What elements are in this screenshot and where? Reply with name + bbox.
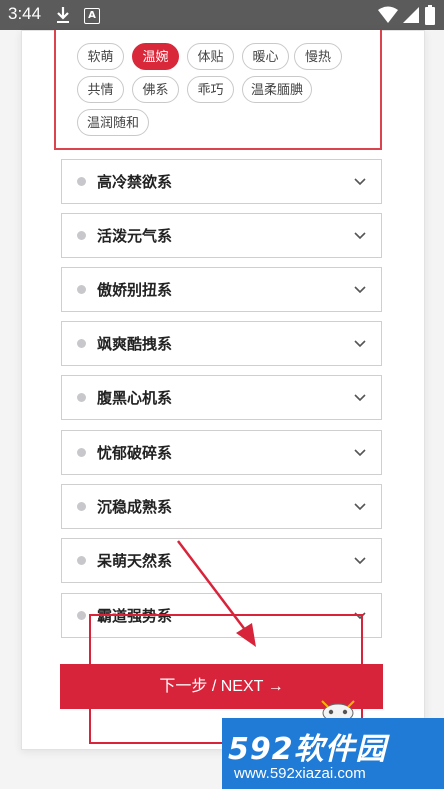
status-time: 3:44 bbox=[8, 4, 42, 23]
watermark-brand: 592软件园 bbox=[228, 732, 387, 767]
category-row[interactable]: 高冷禁欲系 bbox=[61, 159, 382, 204]
tag-chip[interactable]: 佛系 bbox=[132, 76, 179, 103]
chevron-down-icon bbox=[354, 449, 366, 457]
bullet-dot bbox=[77, 231, 86, 240]
bullet-dot bbox=[77, 448, 86, 457]
expanded-tag-group: 软萌 温婉 体贴 暖心 慢热 共情 佛系 乖巧 温柔腼腆 温润随和 bbox=[54, 30, 382, 150]
watermark-url: www.592xiazai.com bbox=[234, 765, 366, 782]
category-label: 活泼元气系 bbox=[97, 227, 173, 245]
category-row[interactable]: 忧郁破碎系 bbox=[61, 430, 382, 475]
chevron-down-icon bbox=[354, 232, 366, 240]
tag-chip[interactable]: 暖心 bbox=[242, 43, 289, 70]
category-row[interactable]: 腹黑心机系 bbox=[61, 375, 382, 420]
chevron-down-icon bbox=[354, 612, 366, 620]
battery-icon bbox=[425, 5, 435, 25]
download-icon bbox=[57, 7, 69, 23]
category-label: 沉稳成熟系 bbox=[97, 498, 173, 516]
a-badge-icon: A bbox=[84, 8, 100, 24]
tag-chip[interactable]: 温润随和 bbox=[77, 109, 149, 136]
category-label: 高冷禁欲系 bbox=[97, 173, 173, 191]
category-row[interactable]: 活泼元气系 bbox=[61, 213, 382, 258]
category-row[interactable]: 飒爽酷拽系 bbox=[61, 321, 382, 366]
category-label: 呆萌天然系 bbox=[97, 552, 173, 570]
watermark-banner: 592软件园 www.592xiazai.com bbox=[222, 718, 444, 789]
bullet-dot bbox=[77, 339, 86, 348]
tag-chip[interactable]: 软萌 bbox=[77, 43, 124, 70]
bullet-dot bbox=[77, 393, 86, 402]
category-label: 腹黑心机系 bbox=[97, 389, 173, 407]
chevron-down-icon bbox=[354, 394, 366, 402]
status-bar: 3:44 A bbox=[0, 0, 444, 30]
bullet-dot bbox=[77, 285, 86, 294]
category-label: 霸道强势系 bbox=[97, 607, 173, 625]
chevron-down-icon bbox=[354, 557, 366, 565]
signal-icon bbox=[403, 7, 419, 23]
bullet-dot bbox=[77, 177, 86, 186]
tag-chip[interactable]: 温柔腼腆 bbox=[242, 76, 312, 103]
tag-chip-selected[interactable]: 温婉 bbox=[132, 43, 179, 70]
wifi-icon bbox=[378, 6, 398, 23]
chevron-down-icon bbox=[354, 178, 366, 186]
category-row[interactable]: 霸道强势系 bbox=[61, 593, 382, 638]
tag-chip[interactable]: 慢热 bbox=[294, 43, 342, 70]
bullet-dot bbox=[77, 556, 86, 565]
tag-chip[interactable]: 乖巧 bbox=[187, 76, 234, 103]
category-label: 忧郁破碎系 bbox=[97, 444, 173, 462]
chevron-down-icon bbox=[354, 340, 366, 348]
chevron-down-icon bbox=[354, 286, 366, 294]
category-label: 傲娇别扭系 bbox=[97, 281, 173, 299]
category-label: 飒爽酷拽系 bbox=[97, 335, 173, 353]
tag-chip[interactable]: 共情 bbox=[77, 76, 124, 103]
category-row[interactable]: 傲娇别扭系 bbox=[61, 267, 382, 312]
category-row[interactable]: 呆萌天然系 bbox=[61, 538, 382, 583]
category-row[interactable]: 沉稳成熟系 bbox=[61, 484, 382, 529]
chevron-down-icon bbox=[354, 503, 366, 511]
tag-chip[interactable]: 体贴 bbox=[187, 43, 234, 70]
bullet-dot bbox=[77, 611, 86, 620]
bullet-dot bbox=[77, 502, 86, 511]
